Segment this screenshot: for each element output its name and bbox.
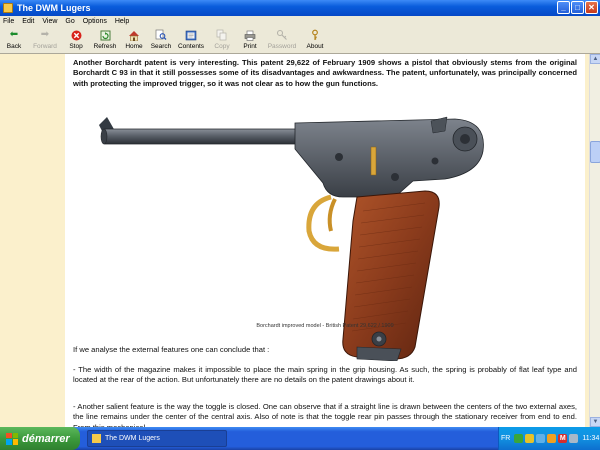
clock: 11:34	[582, 435, 600, 442]
taskbar-window-label: The DWM Lugers	[105, 435, 160, 442]
key-icon	[276, 29, 288, 41]
taskbar-app-icon	[92, 434, 101, 443]
toolbar: ⬅ Back ➡ Forward Stop Refresh Home Searc…	[0, 27, 600, 54]
copy-icon	[216, 29, 228, 41]
copy-button[interactable]: Copy	[208, 27, 236, 53]
toggle-paragraph: - Another salient feature is the way the…	[73, 402, 577, 427]
volume-icon[interactable]	[536, 434, 546, 443]
close-button[interactable]: ✕	[585, 1, 598, 14]
refresh-icon	[99, 29, 111, 41]
scroll-up-button[interactable]: ▲	[590, 54, 600, 64]
window-title: The DWM Lugers	[17, 3, 91, 13]
print-label: Print	[243, 43, 257, 50]
forward-button[interactable]: ➡ Forward	[28, 27, 62, 53]
title-bar: The DWM Lugers _ □ ✕	[0, 0, 600, 16]
menu-help[interactable]: Help	[115, 18, 129, 25]
menu-file[interactable]: File	[3, 18, 14, 25]
about-label: About	[306, 43, 324, 50]
search-button[interactable]: Search	[148, 27, 174, 53]
menu-go[interactable]: Go	[65, 18, 74, 25]
messenger-icon[interactable]	[525, 434, 535, 443]
search-icon	[155, 29, 167, 41]
menu-options[interactable]: Options	[83, 18, 107, 25]
figure-caption: Borchardt improved model - British Paten…	[256, 323, 394, 329]
about-key-icon	[309, 29, 321, 41]
magazine-paragraph: - The width of the magazine makes it imp…	[73, 365, 577, 385]
stop-button[interactable]: Stop	[64, 27, 88, 53]
scroll-down-button[interactable]: ▼	[590, 417, 600, 427]
forward-arrow-icon: ➡	[40, 29, 50, 40]
scroll-thumb[interactable]	[590, 141, 600, 163]
home-icon	[128, 29, 140, 41]
vertical-scrollbar[interactable]: ▲ ▼	[589, 54, 600, 427]
about-button[interactable]: About	[302, 27, 328, 53]
window-controls: _ □ ✕	[557, 1, 598, 14]
menu-bar: File Edit View Go Options Help	[0, 16, 600, 27]
copy-label: Copy	[214, 43, 230, 50]
network-icon[interactable]	[514, 434, 524, 443]
taskbar-window-button[interactable]: The DWM Lugers	[87, 430, 227, 447]
windows-logo-icon	[6, 432, 18, 445]
printer-icon	[244, 29, 256, 41]
back-label: Back	[6, 43, 22, 50]
language-indicator[interactable]: FR	[501, 435, 510, 442]
start-label: démarrer	[22, 432, 70, 445]
stop-label: Stop	[69, 43, 83, 50]
contents-label: Contents	[177, 43, 205, 50]
maximize-button[interactable]: □	[571, 1, 584, 14]
home-label: Home	[125, 43, 143, 50]
back-arrow-icon: ⬅	[9, 29, 19, 40]
analysis-intro: If we analyse the external features one …	[73, 345, 270, 354]
page-viewport: Another Borchardt patent is very interes…	[0, 54, 589, 427]
forward-label: Forward	[33, 43, 57, 50]
refresh-button[interactable]: Refresh	[90, 27, 120, 53]
minimize-button[interactable]: _	[557, 1, 570, 14]
display-icon[interactable]	[569, 434, 579, 443]
menu-edit[interactable]: Edit	[22, 18, 34, 25]
menu-view[interactable]: View	[42, 18, 57, 25]
app-icon	[3, 3, 13, 13]
taskbar: démarrer The DWM Lugers FR M 11:34	[0, 427, 600, 450]
security-icon[interactable]	[547, 434, 557, 443]
system-tray: FR M 11:34	[498, 427, 600, 450]
start-button[interactable]: démarrer	[0, 427, 80, 450]
password-button[interactable]: Password	[264, 27, 300, 53]
contents-button[interactable]: Contents	[176, 27, 206, 53]
print-button[interactable]: Print	[238, 27, 262, 53]
refresh-label: Refresh	[93, 43, 117, 50]
antivirus-icon[interactable]: M	[558, 434, 568, 443]
search-label: Search	[150, 43, 172, 50]
article-content: Another Borchardt patent is very interes…	[65, 54, 585, 427]
contents-book-icon	[185, 29, 197, 41]
intro-paragraph: Another Borchardt patent is very interes…	[73, 58, 577, 88]
home-button[interactable]: Home	[122, 27, 146, 53]
password-label: Password	[267, 43, 297, 50]
stop-icon	[70, 29, 82, 41]
back-button[interactable]: ⬅ Back	[2, 27, 26, 53]
